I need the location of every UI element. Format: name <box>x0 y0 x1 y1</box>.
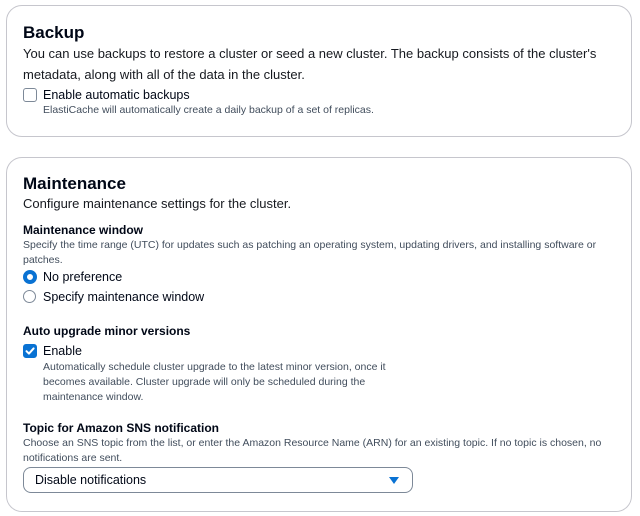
backup-title: Backup <box>23 23 85 42</box>
auto-upgrade-checkbox[interactable] <box>23 344 37 358</box>
maintenance-panel: Maintenance Configure maintenance settin… <box>6 157 632 512</box>
auto-upgrade-enable-label[interactable]: Enable <box>43 343 82 359</box>
automatic-backups-help: ElastiCache will automatically create a … <box>43 104 374 116</box>
sns-topic-selected-value: Disable notifications <box>35 473 147 487</box>
maintenance-window-description: Specify the time range (UTC) for updates… <box>23 239 597 266</box>
caret-down-icon <box>389 477 399 484</box>
auto-upgrade-help: Automatically schedule cluster upgrade t… <box>43 361 386 403</box>
backup-panel: Backup You can use backups to restore a … <box>6 5 632 137</box>
sns-topic-select[interactable]: Disable notifications <box>23 467 413 493</box>
maintenance-window-label: Maintenance window <box>23 223 144 237</box>
backup-description: You can use backups to restore a cluster… <box>23 46 597 82</box>
sns-topic-description: Choose an SNS topic from the list, or en… <box>23 437 602 464</box>
enable-automatic-backups-label[interactable]: Enable automatic backups <box>43 87 190 103</box>
auto-upgrade-label: Auto upgrade minor versions <box>23 324 191 338</box>
maintenance-title: Maintenance <box>23 174 126 193</box>
specify-maintenance-window-radio[interactable] <box>23 290 36 303</box>
enable-automatic-backups-checkbox[interactable] <box>23 88 37 102</box>
no-preference-label[interactable]: No preference <box>43 269 122 285</box>
no-preference-radio[interactable] <box>23 270 37 284</box>
maintenance-description: Configure maintenance settings for the c… <box>23 196 292 211</box>
sns-topic-label: Topic for Amazon SNS notification <box>23 421 219 435</box>
checkmark-icon <box>25 347 35 355</box>
specify-maintenance-window-label[interactable]: Specify maintenance window <box>43 289 204 305</box>
